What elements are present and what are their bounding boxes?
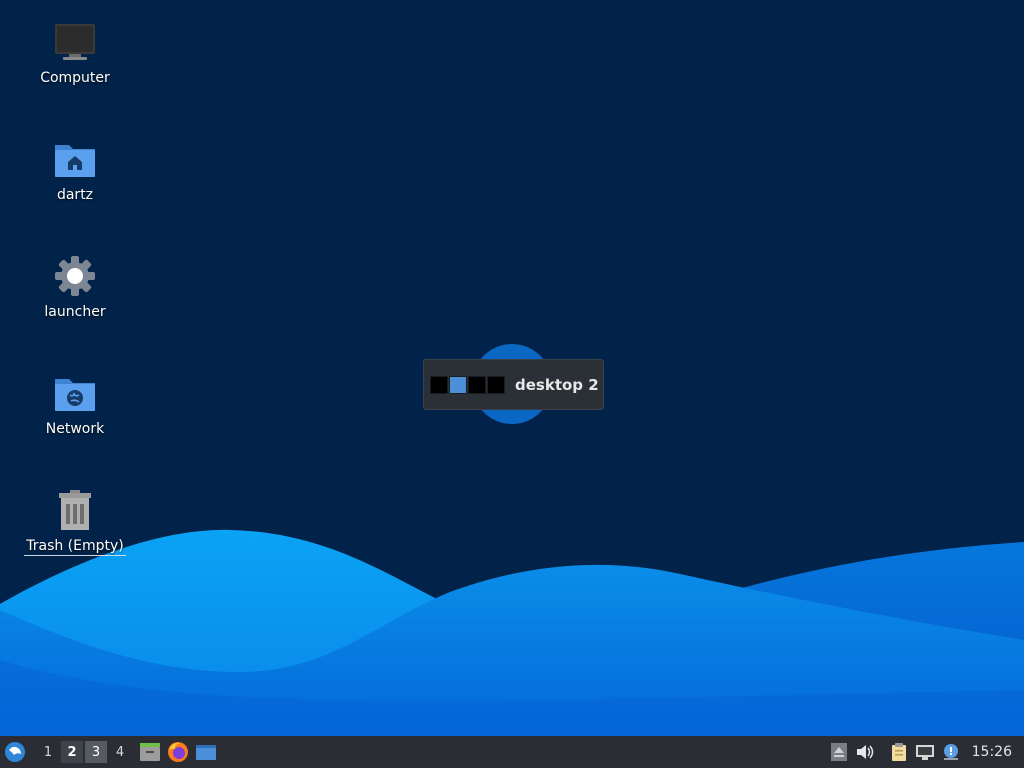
desktop-icon-label: Network — [45, 421, 105, 437]
file-manager-launcher[interactable] — [136, 736, 164, 768]
desktop-icon-computer[interactable]: Computer — [20, 20, 130, 87]
desktop-icon-label: launcher — [44, 304, 106, 320]
desktop-icon-label: dartz — [56, 187, 94, 203]
desktop-icon-network[interactable]: Network — [20, 371, 130, 438]
workspace-popup-title: desktop 2 — [515, 375, 599, 394]
firefox-launcher[interactable] — [164, 736, 192, 768]
xfce-whisker-menu-icon — [5, 742, 25, 762]
clock[interactable]: 15:26 — [972, 744, 1012, 760]
show-desktop-button[interactable] — [192, 736, 220, 768]
clipboard-button[interactable] — [886, 736, 912, 768]
desktop-icon-label: Trash (Empty) — [24, 538, 126, 556]
workspace-switch-popup: desktop 2 — [423, 359, 604, 410]
firefox-icon — [168, 742, 188, 762]
eject-icon — [830, 743, 847, 761]
workspace-preview-4 — [487, 375, 505, 394]
volume-button[interactable] — [852, 736, 878, 768]
whisker-menu-button[interactable] — [0, 736, 30, 768]
desktop-icon-launcher[interactable]: launcher — [20, 254, 130, 321]
network-button[interactable] — [912, 736, 938, 768]
show-desktop-icon — [196, 745, 216, 760]
workspace-preview-2 — [449, 375, 467, 394]
trash-icon — [59, 490, 91, 530]
workspace-previews — [430, 375, 506, 394]
desktop-icon-home[interactable]: dartz — [20, 137, 130, 204]
system-tray: 15:26 — [826, 736, 1024, 768]
network-wired-icon — [915, 745, 934, 760]
workspace-button-1[interactable]: 1 — [37, 741, 59, 763]
volume-icon — [856, 745, 873, 759]
taskbar: 1 2 3 4 15:26 — [0, 736, 1024, 768]
desktop-icon-label: Computer — [40, 70, 110, 86]
workspace-preview-1 — [430, 375, 448, 394]
eject-button[interactable] — [826, 736, 852, 768]
network-folder-icon — [55, 379, 95, 411]
workspace-button-3[interactable]: 3 — [85, 741, 107, 763]
workspace-button-2[interactable]: 2 — [61, 741, 83, 763]
computer-icon — [55, 24, 95, 60]
notification-icon — [943, 744, 958, 760]
home-folder-icon — [55, 145, 95, 177]
file-manager-icon — [140, 743, 160, 761]
clipboard-icon — [891, 743, 906, 761]
notification-button[interactable] — [938, 736, 964, 768]
workspace-button-4[interactable]: 4 — [109, 741, 131, 763]
gear-icon — [55, 256, 95, 296]
desktop-icon-trash[interactable]: Trash (Empty) — [20, 488, 130, 556]
workspace-preview-3 — [468, 375, 486, 394]
